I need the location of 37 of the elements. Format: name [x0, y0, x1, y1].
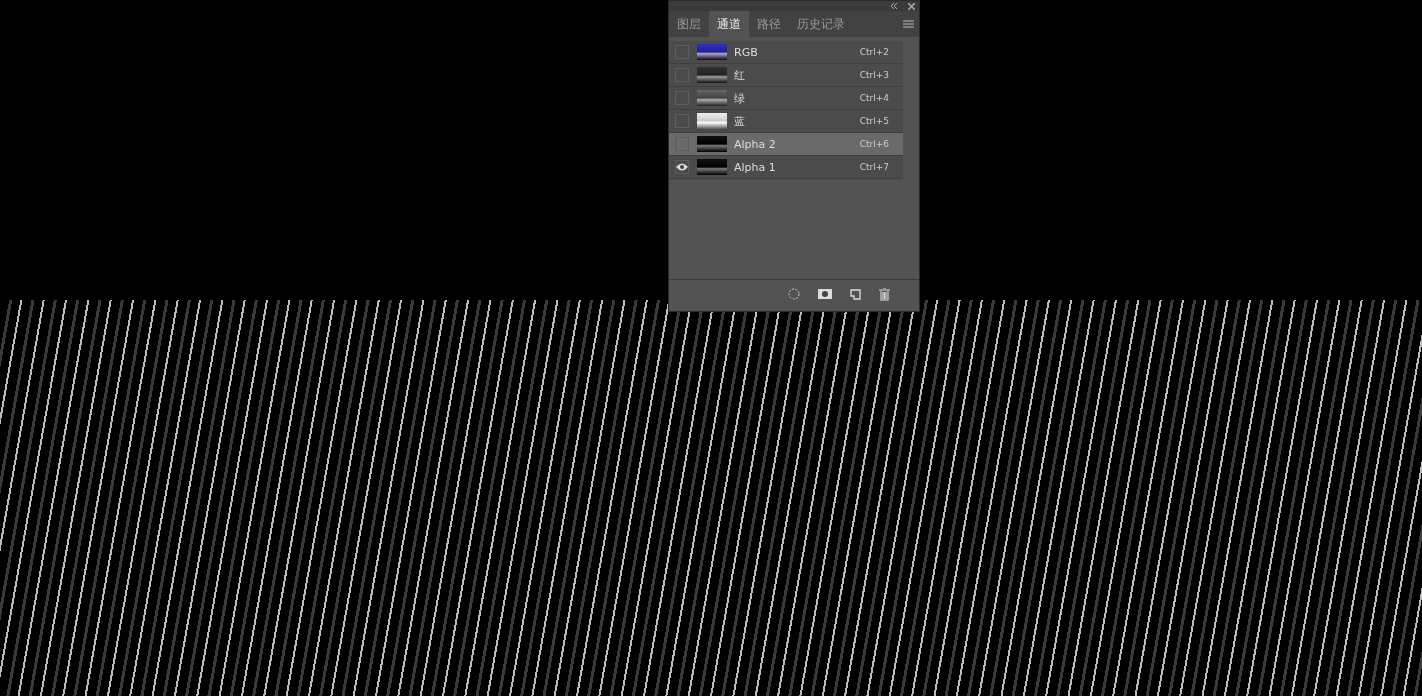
shortcut-label: Ctrl+2	[859, 47, 889, 57]
selection-icon[interactable]	[788, 288, 800, 300]
channel-name: Alpha 2	[734, 137, 777, 151]
channel-row[interactable]: 蓝 Ctrl+5	[669, 110, 903, 133]
channel-row[interactable]: RGB Ctrl+2	[669, 41, 903, 64]
channel-row[interactable]: Alpha 2 Ctrl+6	[669, 133, 903, 156]
shortcut-label: Ctrl+4	[859, 93, 889, 103]
channel-thumbnail	[697, 136, 727, 152]
channel-thumbnail	[697, 159, 727, 175]
channel-name: Alpha 1	[734, 160, 777, 174]
trash-icon[interactable]	[879, 287, 890, 301]
shortcut-label: Ctrl+3	[859, 70, 889, 80]
channel-name: 红	[734, 67, 746, 83]
panel-tab[interactable]: 图层	[669, 11, 709, 37]
channel-thumbnail	[697, 90, 727, 106]
mask-icon[interactable]	[818, 289, 832, 299]
new-channel-icon[interactable]	[850, 288, 861, 300]
channel-thumbnail	[697, 44, 727, 60]
channel-name: 绿	[734, 90, 746, 106]
menu-icon[interactable]	[903, 20, 914, 28]
collapse-icon[interactable]	[890, 3, 898, 9]
panel-tab[interactable]: 历史记录	[789, 11, 853, 37]
channel-row[interactable]: 红 Ctrl+3	[669, 64, 903, 87]
channel-row[interactable]: 绿 Ctrl+4	[669, 87, 903, 110]
shortcut-label: Ctrl+7	[859, 162, 889, 172]
shortcut-label: Ctrl+5	[859, 116, 889, 126]
channel-thumbnail	[697, 67, 727, 83]
visibility-toggle[interactable]	[675, 160, 689, 174]
panel-tab[interactable]: 路径	[749, 11, 789, 37]
channel-thumbnail	[697, 113, 727, 129]
channel-row[interactable]: Alpha 1 Ctrl+7	[669, 156, 903, 179]
shortcut-label: Ctrl+6	[859, 139, 889, 149]
channel-name: 蓝	[734, 113, 746, 129]
channel-name: RGB	[734, 45, 759, 59]
eye-icon	[676, 163, 688, 171]
close-icon[interactable]	[908, 2, 915, 10]
panel-tab[interactable]: 通道	[709, 11, 749, 37]
